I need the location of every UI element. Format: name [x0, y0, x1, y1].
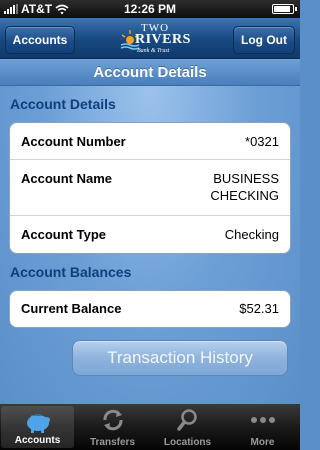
status-bar: AT&T 12:26 PM [0, 0, 300, 18]
account-name-label: Account Name [21, 171, 113, 186]
current-balance-value: $52.31 [239, 301, 279, 316]
transaction-history-button[interactable]: Transaction History [72, 340, 288, 376]
current-balance-row: Current Balance $52.31 [10, 291, 290, 327]
tab-transfers-label: Transfers [89, 437, 136, 448]
magnifier-icon [176, 409, 197, 431]
account-name-row: Account Name BUSINESS CHECKING [10, 160, 290, 216]
account-name-value-line1: BUSINESS [213, 171, 279, 186]
accounts-back-button[interactable]: Accounts [5, 26, 75, 54]
tab-transfers[interactable]: Transfers [75, 404, 150, 450]
tab-more-label: More [250, 437, 275, 448]
account-type-label: Account Type [21, 227, 106, 242]
account-number-label: Account Number [21, 134, 126, 149]
account-number-row: Account Number *0321 [10, 123, 290, 160]
account-name-value: BUSINESS CHECKING [210, 170, 279, 204]
tab-accounts[interactable]: Accounts [1, 406, 74, 448]
account-balances-group: Current Balance $52.31 [9, 290, 291, 328]
logo-text-tagline: Bank & Trust [137, 48, 170, 54]
tab-bar: Accounts Transfers Locations More [0, 404, 300, 450]
account-details-heading: Account Details [10, 96, 116, 112]
current-balance-label: Current Balance [21, 301, 122, 316]
main-content: Account Details Account Number *0321 Acc… [0, 86, 300, 404]
log-out-button[interactable]: Log Out [233, 26, 295, 54]
tab-locations[interactable]: Locations [150, 404, 225, 450]
tab-accounts-label: Accounts [14, 435, 61, 446]
two-rivers-logo: TWO RIVERS Bank & Trust [113, 21, 191, 57]
account-balances-heading: Account Balances [10, 264, 132, 280]
more-dots-icon [250, 417, 275, 423]
account-number-value: *0321 [245, 134, 279, 149]
transfer-arrows-icon [102, 409, 123, 431]
account-type-row: Account Type Checking [10, 216, 290, 253]
account-name-value-line2: CHECKING [210, 188, 279, 203]
navigation-bar: Accounts TWO RIVERS Bank & Trust Log Out [0, 18, 300, 59]
clock: 12:26 PM [123, 2, 177, 16]
piggy-bank-icon [26, 414, 50, 433]
account-type-value: Checking [224, 227, 279, 242]
tab-more[interactable]: More [225, 404, 300, 450]
page-title: Account Details [0, 59, 300, 86]
logo-text-rivers: RIVERS [135, 32, 191, 47]
account-details-group: Account Number *0321 Account Name BUSINE… [9, 122, 291, 254]
battery-icon [272, 4, 297, 14]
tab-locations-label: Locations [163, 437, 212, 448]
